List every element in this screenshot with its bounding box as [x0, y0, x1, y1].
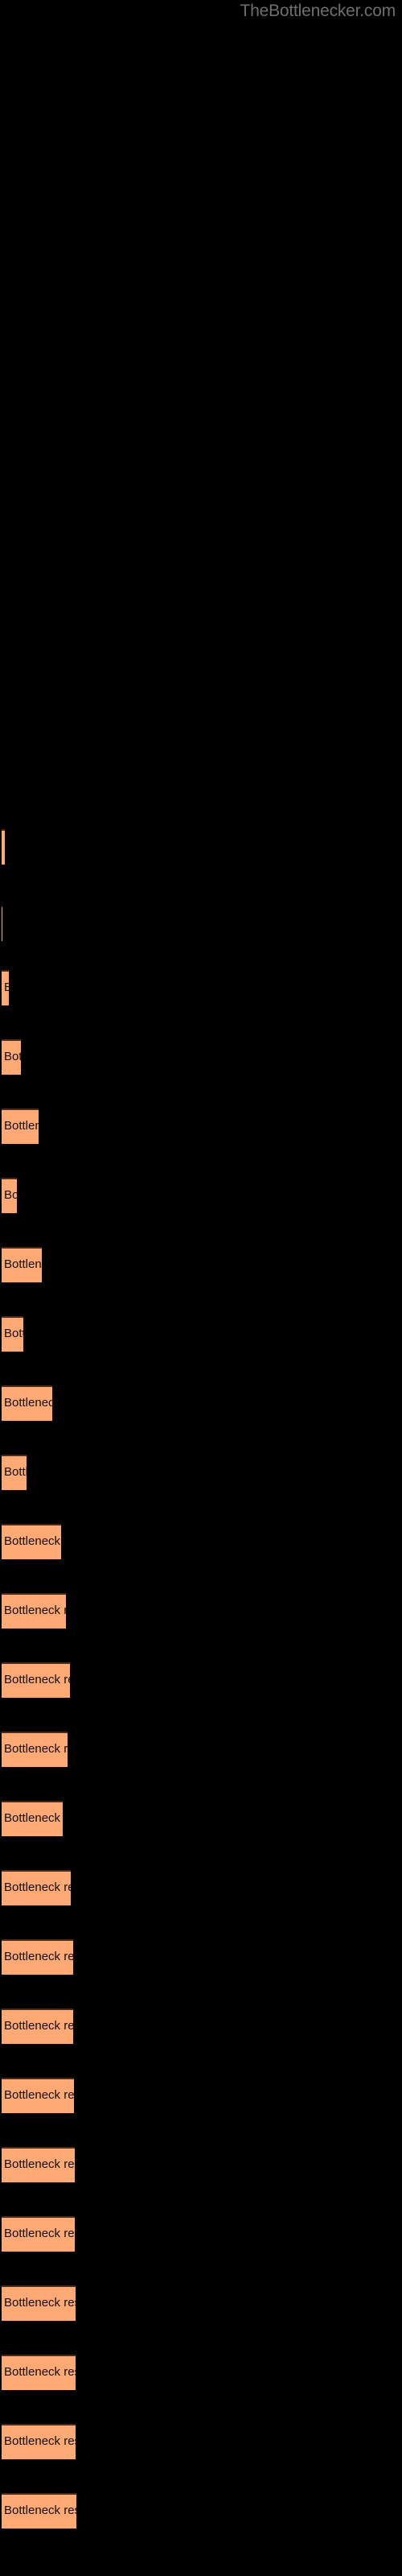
bar-label: Bottleneck result — [4, 1188, 17, 1202]
chart-bar: Bottleneck result — [2, 2216, 75, 2252]
bar-label: Bottleneck result — [4, 1534, 61, 1548]
bar-label: Bottleneck result — [4, 1604, 66, 1617]
bar-label: Bottleneck result — [4, 1327, 23, 1340]
bar-label: Bottleneck result — [4, 1950, 73, 1963]
bar-label: Bottleneck result — [4, 1742, 68, 1756]
chart-bar: Bottleneck result — [2, 1662, 70, 1698]
bar-label: Bottleneck result — [4, 1465, 27, 1479]
bottleneck-bar-chart: Bottleneck result Bottleneck result Bottle… — [0, 0, 402, 2576]
bar-label: Bottleneck result — [4, 2157, 75, 2171]
chart-bar: Bottleneck result — [2, 1385, 52, 1421]
chart-bar: Bottleneck result — [2, 1178, 17, 1213]
chart-bar: Bottleneck result — [2, 1524, 61, 1559]
chart-bar: Bottleneck result — [2, 1870, 71, 1905]
bar-label: Bottleneck result — [4, 1119, 39, 1133]
bar-label: Bottleneck result — [4, 2365, 76, 2379]
chart-bar: Bottleneck result — [2, 1247, 42, 1282]
chart-bar: Bottleneck result — [2, 2355, 76, 2390]
chart-bar: Bottleneck result — [2, 2078, 74, 2113]
bar-label: Bottleneck result — [4, 1880, 71, 1894]
chart-bar: Bottleneck result — [2, 1455, 27, 1490]
chart-bar: Bottleneck result — [2, 970, 9, 1005]
bar-label: Bottleneck result — [4, 2088, 74, 2102]
chart-bar: Bottleneck result — [2, 2493, 76, 2529]
chart-bar: Bottleneck result — [2, 1108, 39, 1144]
bar-label: Bottleneck result — [4, 2504, 76, 2517]
chart-bar: Bottleneck result — [2, 1732, 68, 1767]
bar-label: Bottleneck result — [4, 1673, 70, 1686]
chart-bar: Bottleneck result — [2, 2424, 76, 2459]
chart-bar: Bottleneck result — [2, 1801, 63, 1836]
chart-bar: Bottleneck result — [2, 1039, 21, 1075]
bar-label: Bottleneck result — [4, 1257, 42, 1271]
chart-bar: Bottleneck result — [2, 1939, 73, 1975]
bar-label: Bottleneck result — [4, 2227, 75, 2240]
chart-bar: Bottleneck result — [2, 1593, 66, 1629]
bar-label: Bottleneck result — [4, 1050, 21, 1063]
bar-label: Bottleneck result — [4, 980, 9, 994]
chart-bar: Bottleneck result — [2, 2008, 73, 2044]
bar-label: Bottleneck result — [4, 1811, 63, 1825]
chart-bar: Bottleneck result — [2, 829, 5, 865]
chart-bar: Bottleneck result — [2, 2285, 76, 2321]
bar-label: Bottleneck result — [4, 2296, 76, 2310]
bar-label: Bottleneck result — [4, 1396, 52, 1410]
bar-label: Bottleneck result — [4, 840, 5, 853]
bar-label: Bottleneck result — [4, 2019, 73, 2033]
bar-label: Bottleneck result — [4, 2434, 76, 2448]
chart-bar: Bottleneck result — [2, 1316, 23, 1352]
chart-bar: Bottleneck result — [2, 2147, 75, 2182]
